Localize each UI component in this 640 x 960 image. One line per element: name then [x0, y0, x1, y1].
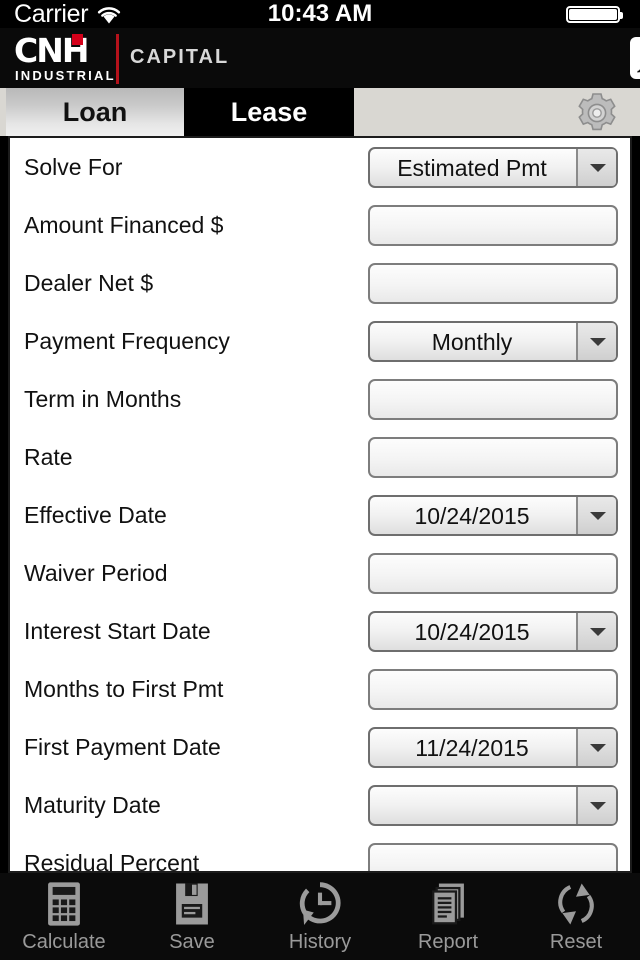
toolbar-item-history[interactable]: History	[256, 879, 384, 959]
fp-badge-icon: fp	[630, 37, 640, 79]
form-row: Waiver Period	[10, 544, 630, 602]
dropdown-value: Monthly	[431, 328, 513, 355]
capital-label: CAPITAL	[130, 46, 230, 68]
dropdown-value: 10/24/2015	[414, 618, 530, 645]
input-term-in-months[interactable]	[368, 379, 618, 420]
input-rate[interactable]	[368, 437, 618, 478]
tab-bar: Loan Lease	[0, 88, 640, 136]
app-screen: Carrier 10:43 AM CNH INDUSTRIAL CAPITAL …	[0, 0, 640, 960]
dropdown-value: Estimated Pmt	[397, 154, 547, 181]
form-row-label: Maturity Date	[24, 792, 161, 818]
chevron-down-icon[interactable]	[576, 323, 616, 360]
status-bar: Carrier 10:43 AM	[0, 0, 640, 28]
form-row-label: Waiver Period	[24, 560, 168, 586]
form-row: Maturity Date	[10, 776, 630, 834]
gear-icon[interactable]	[574, 93, 620, 133]
refresh-icon	[558, 883, 594, 925]
logo-divider	[116, 34, 119, 84]
form-row-label: First Payment Date	[24, 734, 221, 760]
cnh-industrial-logo: CNH INDUSTRIAL CAPITAL	[14, 32, 264, 86]
chevron-down-icon[interactable]	[576, 729, 616, 766]
dropdown-value	[370, 787, 574, 824]
toolbar-label-report: Report	[417, 931, 479, 953]
form-row: Amount Financed $	[10, 196, 630, 254]
form-row: Effective Date 10/24/2015	[10, 486, 630, 544]
cnh-logo-sub: INDUSTRIAL	[15, 68, 116, 83]
form-row-label: Amount Financed $	[24, 212, 224, 238]
input-residual-percent[interactable]	[368, 843, 618, 871]
calculator-icon	[48, 882, 80, 926]
dropdown-payment-frequency[interactable]: Monthly	[368, 321, 618, 362]
chevron-down-icon[interactable]	[576, 497, 616, 534]
form-row: Term in Months	[10, 370, 630, 428]
toolbar-label-calculate: Calculate	[22, 931, 106, 953]
dropdown-value: 11/24/2015	[415, 734, 529, 761]
battery-full-icon	[566, 6, 623, 23]
form-row-label: Months to First Pmt	[24, 676, 224, 702]
brand-header: CNH INDUSTRIAL CAPITAL fp REMOTE QUOTE	[0, 28, 640, 88]
clock-arrow-icon	[299, 882, 341, 926]
form-row: Residual Percent	[10, 834, 630, 873]
dropdown-value: 10/24/2015	[414, 502, 530, 529]
toolbar-item-calculate[interactable]: Calculate	[0, 879, 128, 959]
form-row: Interest Start Date 10/24/2015	[10, 602, 630, 660]
toolbar-item-save[interactable]: Save	[128, 879, 256, 959]
toolbar-label-reset: Reset	[549, 931, 603, 953]
dropdown-solve-for[interactable]: Estimated Pmt	[368, 147, 618, 188]
form-row-label: Term in Months	[24, 386, 182, 412]
form-row: Months to First Pmt	[10, 660, 630, 718]
dropdown-first-payment-date[interactable]: 11/24/2015	[368, 727, 618, 768]
input-waiver-period[interactable]	[368, 553, 618, 594]
dropdown-maturity-date[interactable]	[368, 785, 618, 826]
clock-label: 10:43 AM	[267, 0, 373, 27]
documents-icon	[432, 883, 464, 925]
chevron-down-icon[interactable]	[576, 613, 616, 650]
dropdown-interest-start-date[interactable]: 10/24/2015	[368, 611, 618, 652]
toolbar-item-reset[interactable]: Reset	[512, 879, 640, 959]
quote-form-panel[interactable]: Solve For Estimated Pmt Amount Financed $ D…	[8, 136, 632, 873]
form-row-label: Solve For	[24, 154, 123, 180]
form-row: Solve For Estimated Pmt	[10, 138, 630, 196]
form-row: Rate	[10, 428, 630, 486]
tab-loan[interactable]: Loan	[6, 88, 184, 136]
input-amount-financed[interactable]	[368, 205, 618, 246]
toolbar-item-report[interactable]: Report	[384, 879, 512, 959]
dropdown-effective-date[interactable]: 10/24/2015	[368, 495, 618, 536]
form-row: Payment Frequency Monthly	[10, 312, 630, 370]
form-row-label: Effective Date	[24, 502, 167, 528]
form-row-label: Payment Frequency	[24, 328, 230, 354]
input-dealer-net[interactable]	[368, 263, 618, 304]
form-row-label: Dealer Net $	[24, 270, 154, 296]
toolbar-label-history: History	[288, 931, 352, 953]
tab-lease[interactable]: Lease	[184, 88, 354, 136]
input-months-to-first-pmt[interactable]	[368, 669, 618, 710]
bottom-toolbar: Calculate Save History Report Reset	[0, 873, 640, 960]
chevron-down-icon[interactable]	[576, 787, 616, 824]
form-row: First Payment Date 11/24/2015	[10, 718, 630, 776]
chevron-down-icon[interactable]	[576, 149, 616, 186]
form-row: Dealer Net $	[10, 254, 630, 312]
toolbar-label-save: Save	[169, 931, 215, 953]
form-row-label: Rate	[24, 444, 73, 470]
form-row-label: Interest Start Date	[24, 618, 211, 644]
floppy-disk-icon	[176, 883, 208, 925]
fp-badge-text: fp	[630, 36, 640, 80]
form-row-label: Residual Percent	[24, 850, 200, 873]
cnh-logo-red-dot	[72, 34, 83, 45]
